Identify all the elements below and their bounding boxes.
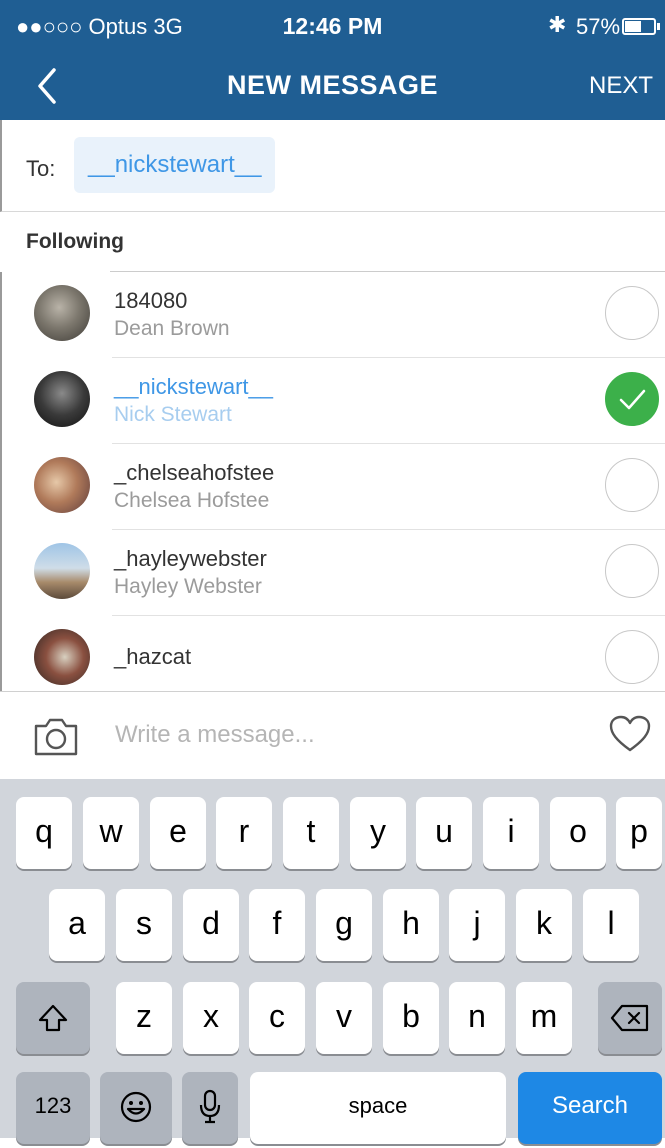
recipient-chip[interactable]: __nickstewart__ (74, 137, 276, 193)
shift-key[interactable] (16, 982, 90, 1054)
avatar (34, 285, 90, 341)
to-label: To: (26, 156, 56, 181)
battery-percent: 57% (576, 14, 621, 39)
select-circle[interactable] (605, 630, 659, 684)
key-l[interactable]: l (583, 889, 639, 961)
battery-icon (622, 18, 656, 35)
backspace-icon (610, 1004, 649, 1032)
emoji-icon (120, 1091, 152, 1123)
key-e[interactable]: e (150, 797, 206, 869)
select-circle[interactable] (605, 458, 659, 512)
key-d[interactable]: d (183, 889, 239, 961)
key-i[interactable]: i (483, 797, 539, 869)
key-g[interactable]: g (316, 889, 372, 961)
contact-username: 184080 (114, 288, 188, 313)
contact-username: _chelseahofstee (114, 460, 275, 485)
avatar (34, 543, 90, 599)
key-c[interactable]: c (249, 982, 305, 1054)
contact-row[interactable]: _hazcat (0, 616, 665, 702)
top-bar: ●●○○○ Optus 3G 12:46 PM ✱ 57% NEW MESSAG… (0, 0, 665, 120)
to-field[interactable]: To: __nickstewart__ (0, 120, 665, 212)
key-k[interactable]: k (516, 889, 572, 961)
contact-row[interactable]: 184080 Dean Brown (0, 272, 665, 358)
keyboard: q w e r t y u i o p a s d f g h j k l z … (0, 779, 665, 1144)
select-circle[interactable] (605, 286, 659, 340)
dictation-key[interactable] (182, 1072, 238, 1144)
bluetooth-icon: ✱ (548, 12, 567, 37)
avatar (34, 457, 90, 513)
compose-bar: Write a message... (0, 691, 665, 779)
key-j[interactable]: j (449, 889, 505, 961)
shift-arrow-icon (38, 1004, 68, 1032)
contact-fullname: Nick Stewart (114, 403, 232, 426)
search-key[interactable]: Search (518, 1072, 662, 1144)
key-x[interactable]: x (183, 982, 239, 1054)
key-n[interactable]: n (449, 982, 505, 1054)
contact-username: _hayleywebster (114, 546, 267, 571)
contact-fullname: Dean Brown (114, 317, 230, 340)
battery-tip (657, 23, 660, 30)
key-t[interactable]: t (283, 797, 339, 869)
space-key[interactable]: space (250, 1072, 506, 1144)
key-w[interactable]: w (83, 797, 139, 869)
camera-icon[interactable] (32, 714, 80, 758)
nav-bar: NEW MESSAGE NEXT (0, 50, 665, 120)
key-p[interactable]: p (616, 797, 662, 869)
key-m[interactable]: m (516, 982, 572, 1054)
key-h[interactable]: h (383, 889, 439, 961)
delete-key[interactable] (598, 982, 662, 1054)
avatar (34, 629, 90, 685)
key-v[interactable]: v (316, 982, 372, 1054)
next-button[interactable]: NEXT (589, 72, 653, 100)
key-s[interactable]: s (116, 889, 172, 961)
page-title: NEW MESSAGE (226, 70, 439, 100)
contact-row[interactable]: __nickstewart__ Nick Stewart (0, 358, 665, 444)
contact-fullname: Chelsea Hofstee (114, 489, 270, 512)
following-heading: Following (26, 230, 124, 253)
avatar (34, 371, 90, 427)
key-o[interactable]: o (550, 797, 606, 869)
microphone-icon (199, 1089, 221, 1124)
key-a[interactable]: a (49, 889, 105, 961)
status-bar: ●●○○○ Optus 3G 12:46 PM ✱ 57% (0, 0, 665, 50)
key-b[interactable]: b (383, 982, 439, 1054)
key-y[interactable]: y (350, 797, 406, 869)
key-z[interactable]: z (116, 982, 172, 1054)
contact-row[interactable]: _hayleywebster Hayley Webster (0, 530, 665, 616)
emoji-key[interactable] (100, 1072, 172, 1144)
contact-username: __nickstewart__ (114, 374, 273, 399)
key-r[interactable]: r (216, 797, 272, 869)
message-input[interactable]: Write a message... (115, 721, 315, 749)
numbers-key[interactable]: 123 (16, 1072, 90, 1144)
selected-check-icon[interactable] (605, 372, 659, 426)
contact-username: _hazcat (114, 644, 192, 669)
heart-icon[interactable] (608, 714, 652, 754)
key-u[interactable]: u (416, 797, 472, 869)
contact-fullname: Hayley Webster (114, 575, 262, 598)
select-circle[interactable] (605, 544, 659, 598)
key-f[interactable]: f (249, 889, 305, 961)
contact-row[interactable]: _chelseahofstee Chelsea Hofstee (0, 444, 665, 530)
key-q[interactable]: q (16, 797, 72, 869)
